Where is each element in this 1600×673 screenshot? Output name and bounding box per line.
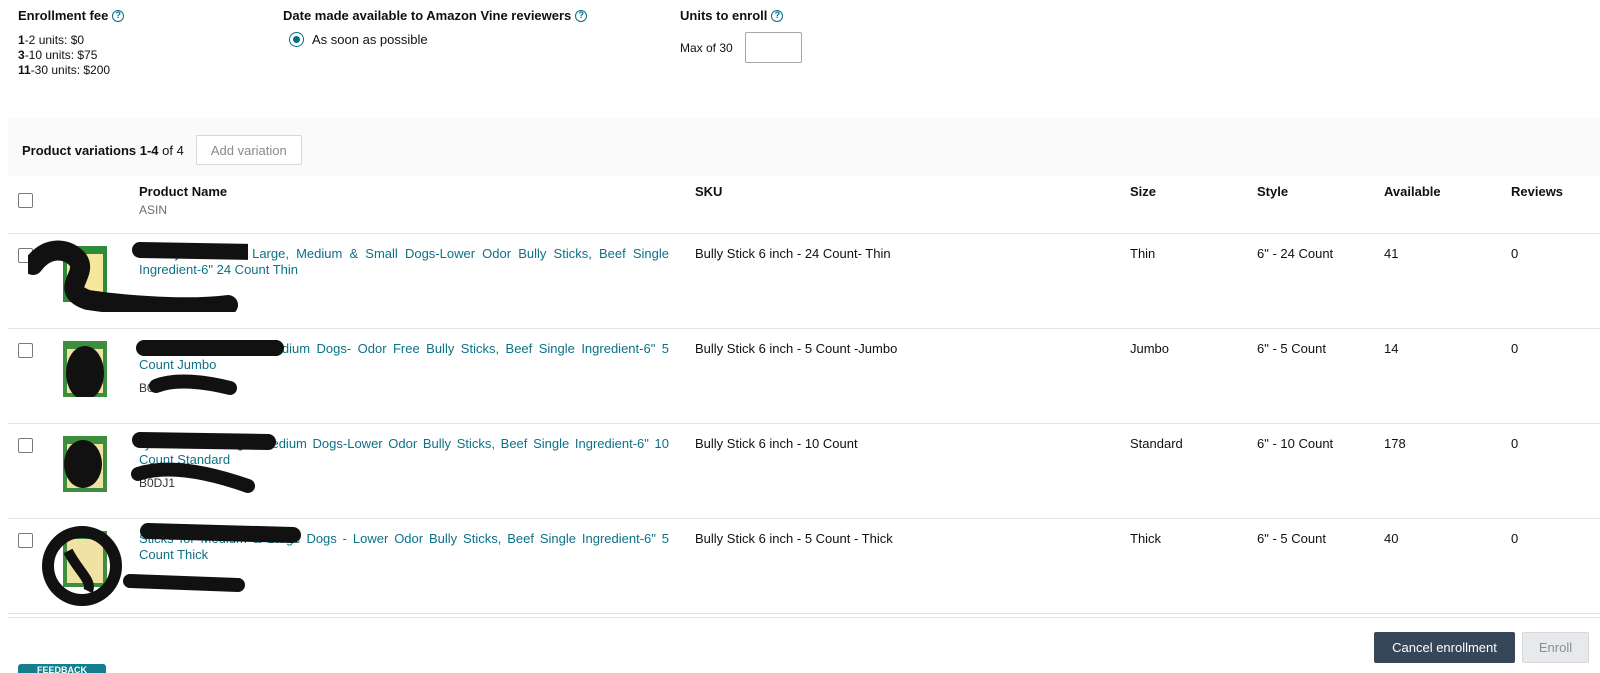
- add-variation-button[interactable]: Add variation: [195, 135, 302, 165]
- product-sku: Bully Stick 6 inch - 5 Count - Thick: [695, 531, 893, 546]
- product-size: Jumbo: [1130, 341, 1170, 356]
- product-size: Thin: [1130, 246, 1156, 261]
- product-available: 40: [1384, 531, 1399, 546]
- units-max-label: Max of 30: [680, 40, 733, 55]
- availability-date-section: Date made available to Amazon Vine revie…: [283, 8, 588, 47]
- table-row: s Bully Sticks for Large, Medium & Small…: [8, 234, 1600, 329]
- enrollment-fee-section: Enrollment fee ? 1-2 units: $0 3-10 unit…: [18, 8, 125, 78]
- help-icon[interactable]: ?: [771, 9, 784, 22]
- help-icon[interactable]: ?: [112, 9, 125, 22]
- variations-table: Product Name ASIN SKU Size Style Availab…: [8, 178, 1600, 614]
- product-style: 6" - 24 Count: [1257, 246, 1334, 261]
- units-to-enroll-section: Units to enroll ? Max of 30: [680, 8, 802, 63]
- cancel-enrollment-button[interactable]: Cancel enrollment: [1374, 632, 1515, 663]
- header-product-name[interactable]: Product Name ASIN: [139, 184, 227, 217]
- redaction-scribble: [28, 240, 248, 312]
- header-reviews[interactable]: Reviews: [1511, 184, 1563, 199]
- fee-line: 11-30 units: $200: [18, 63, 111, 77]
- header-asin: ASIN: [139, 203, 168, 217]
- variations-header: Product variations 1-4 of 4 Add variatio…: [22, 135, 302, 165]
- product-thumbnail[interactable]: [63, 436, 107, 492]
- table-row: Sticks for Medium & Large Dogs - Lower O…: [8, 519, 1600, 614]
- enrollment-fee-title: Enrollment fee: [18, 8, 109, 23]
- header-style[interactable]: Style: [1257, 184, 1288, 199]
- table-row: B0DJ1 lly Sticks for Large, Medium Dogs-…: [8, 424, 1600, 519]
- product-reviews: 0: [1511, 436, 1519, 451]
- select-all-checkbox[interactable]: [18, 193, 33, 208]
- help-icon[interactable]: ?: [575, 9, 588, 22]
- units-input[interactable]: [744, 32, 802, 63]
- header-size[interactable]: Size: [1130, 184, 1156, 199]
- table-row: B0D lly Sticks for Large, Medium Dogs- O…: [8, 329, 1600, 424]
- row-checkbox[interactable]: [18, 438, 33, 453]
- product-available: 41: [1384, 246, 1399, 261]
- product-sku: Bully Stick 6 inch - 5 Count -Jumbo: [695, 341, 898, 356]
- variations-count: Product variations 1-4 of 4: [22, 142, 184, 158]
- product-available: 178: [1384, 436, 1406, 451]
- feedback-tab[interactable]: FEEDBACK: [18, 664, 106, 673]
- row-checkbox[interactable]: [18, 533, 33, 548]
- product-size: Standard: [1130, 436, 1183, 451]
- footer-divider: [8, 617, 1600, 618]
- availability-date-title: Date made available to Amazon Vine revie…: [283, 8, 572, 23]
- enrollment-settings: Enrollment fee ? 1-2 units: $0 3-10 unit…: [0, 0, 1600, 110]
- redaction-scribble: [42, 523, 301, 606]
- radio-selected-icon[interactable]: [289, 32, 304, 47]
- units-to-enroll-title: Units to enroll: [680, 8, 768, 23]
- redaction-scribble: [136, 340, 284, 395]
- product-sku: Bully Stick 6 inch - 24 Count- Thin: [695, 246, 891, 261]
- header-sku[interactable]: SKU: [695, 184, 722, 199]
- product-reviews: 0: [1511, 246, 1519, 261]
- fee-line: 3-10 units: $75: [18, 48, 98, 62]
- product-style: 6" - 10 Count: [1257, 436, 1334, 451]
- product-reviews: 0: [1511, 341, 1519, 356]
- asap-radio-option[interactable]: As soon as possible: [289, 32, 587, 47]
- product-available: 14: [1384, 341, 1399, 356]
- product-style: 6" - 5 Count: [1257, 341, 1326, 356]
- row-checkbox[interactable]: [18, 343, 33, 358]
- product-reviews: 0: [1511, 531, 1519, 546]
- product-style: 6" - 5 Count: [1257, 531, 1326, 546]
- fee-line: 1-2 units: $0: [18, 33, 85, 47]
- redaction-scribble: [131, 432, 276, 493]
- product-sku: Bully Stick 6 inch - 10 Count: [695, 436, 858, 451]
- asap-radio-label: As soon as possible: [312, 32, 428, 47]
- header-available[interactable]: Available: [1384, 184, 1441, 199]
- enroll-button[interactable]: Enroll: [1522, 632, 1589, 663]
- product-thumbnail[interactable]: [63, 341, 107, 397]
- product-size: Thick: [1130, 531, 1162, 546]
- fee-lines: 1-2 units: $0 3-10 units: $75 11-30 unit…: [18, 33, 124, 78]
- table-header: Product Name ASIN SKU Size Style Availab…: [8, 178, 1600, 234]
